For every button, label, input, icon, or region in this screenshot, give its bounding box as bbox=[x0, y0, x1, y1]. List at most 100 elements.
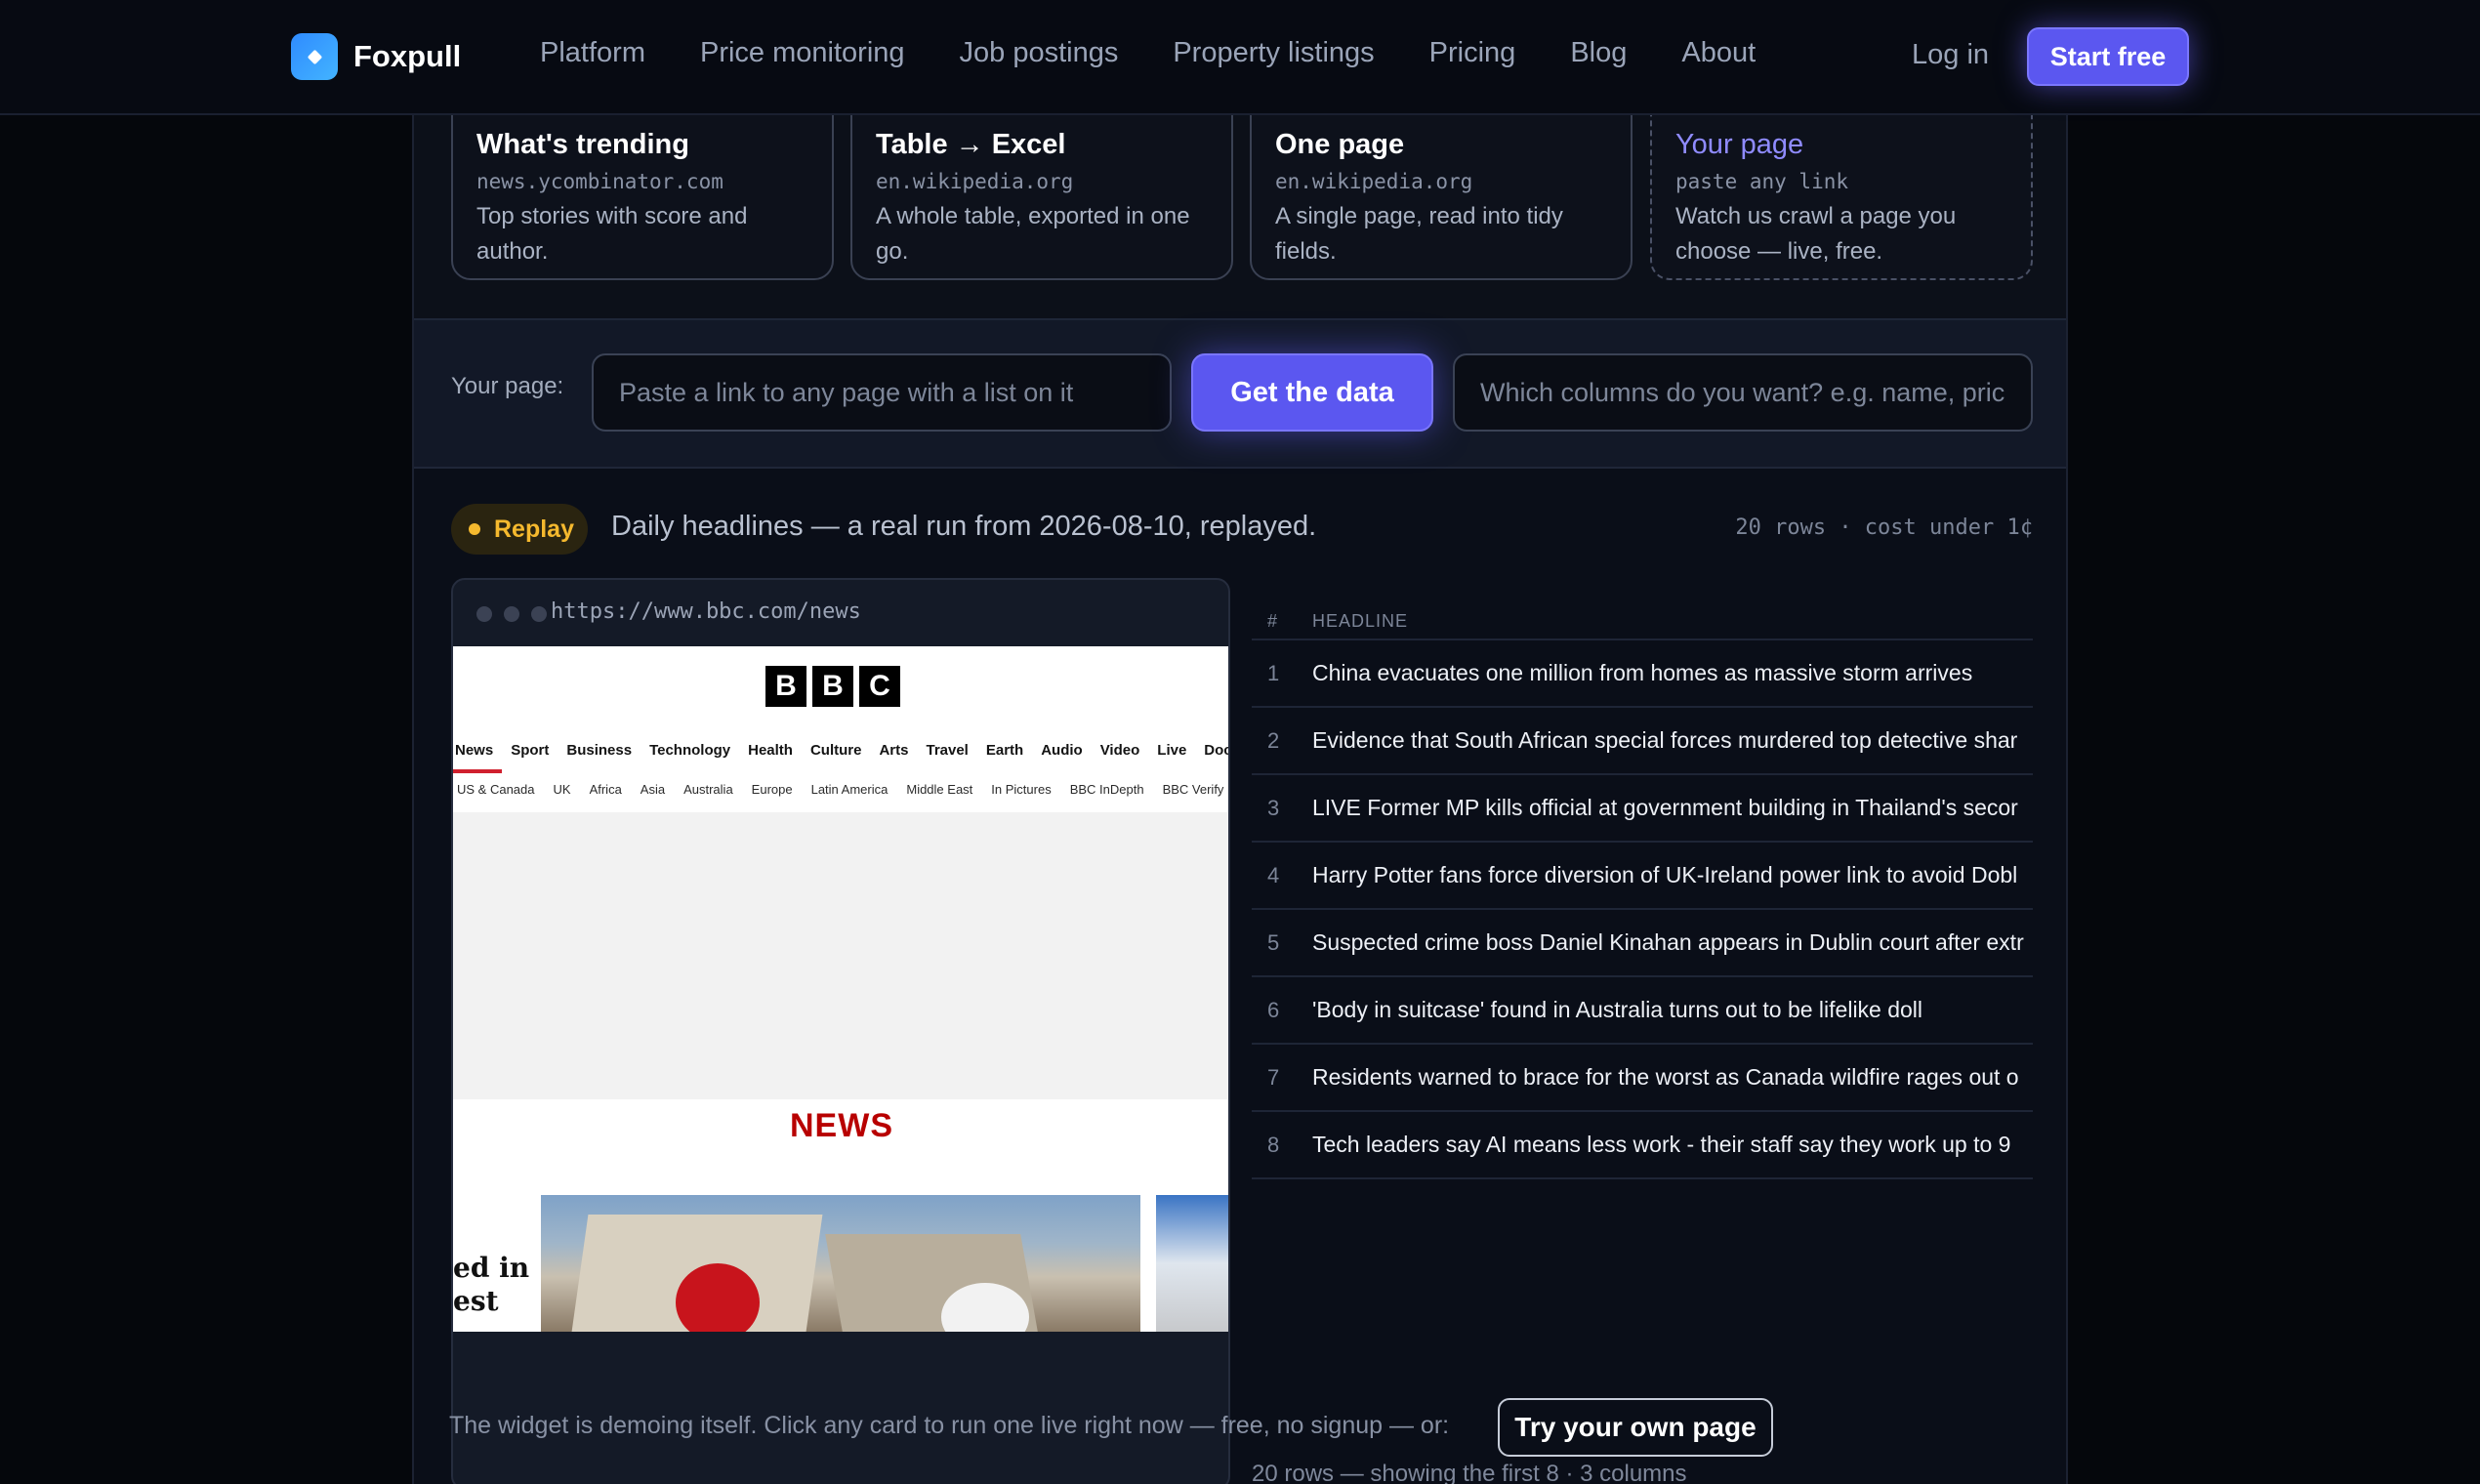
bbc-subnav-item: Africa bbox=[589, 782, 622, 797]
row-index: 1 bbox=[1267, 661, 1280, 685]
bbc-story-snippet: ed in est bbox=[453, 1252, 529, 1318]
url-input[interactable] bbox=[592, 353, 1172, 432]
card-title: One page bbox=[1275, 129, 1405, 160]
bbc-nav: News Sport Business Technology Health Cu… bbox=[455, 742, 1230, 759]
replay-title: Daily headlines — a real run from 2026-0… bbox=[611, 511, 1317, 542]
bbc-nav-item: Arts bbox=[879, 742, 909, 759]
bbc-subnav-item: In Pictures bbox=[991, 782, 1052, 797]
bbc-nav-item: Technology bbox=[649, 742, 731, 759]
bbc-nav-item: Travel bbox=[926, 742, 969, 759]
bbc-logo-letter: B bbox=[765, 666, 806, 707]
row-index: 6 bbox=[1267, 998, 1280, 1022]
bbc-nav-item: Earth bbox=[985, 742, 1024, 759]
window-dot-icon bbox=[531, 606, 547, 622]
card-title: What's trending bbox=[476, 129, 689, 160]
bbc-subnav-item: BBC Verify bbox=[1162, 782, 1224, 797]
bbc-nav-item: Audio bbox=[1041, 742, 1083, 759]
demo-hint-text: The widget is demoing itself. Click any … bbox=[449, 1412, 1450, 1439]
bbc-nav-item: Live bbox=[1157, 742, 1187, 759]
bbc-logo-letter: B bbox=[812, 666, 853, 707]
row-headline: Residents warned to brace for the worst … bbox=[1312, 1064, 2019, 1090]
example-cards: What's trending news.ycombinator.com Top… bbox=[414, 86, 2066, 318]
card-title: Table → Excel bbox=[876, 129, 1066, 160]
bbc-nav-item: Culture bbox=[809, 742, 862, 759]
bbc-lead-photo bbox=[541, 1195, 1140, 1332]
bbc-nav-item: Documentaries bbox=[1204, 742, 1230, 759]
brand-logo[interactable]: Foxpull bbox=[291, 33, 461, 80]
replay-badge: Replay bbox=[451, 504, 588, 555]
start-free-button[interactable]: Start free bbox=[2027, 27, 2189, 86]
bbc-nav-item: Sport bbox=[511, 742, 550, 759]
bbc-subnav-item: Australia bbox=[683, 782, 733, 797]
nav-link-job-postings[interactable]: Job postings bbox=[960, 37, 1119, 69]
row-headline: Harry Potter fans force diversion of UK-… bbox=[1312, 862, 2018, 887]
your-page-label: Your page: bbox=[451, 373, 564, 399]
table-row: 5 Suspected crime boss Daniel Kinahan ap… bbox=[1252, 910, 2033, 977]
replay-label: Replay bbox=[494, 515, 574, 543]
card-domain: en.wikipedia.org bbox=[1275, 170, 1473, 193]
table-row: 6 'Body in suitcase' found in Australia … bbox=[1252, 977, 2033, 1045]
table-row: 2 Evidence that South African special fo… bbox=[1252, 708, 2033, 775]
nav-link-property-listings[interactable]: Property listings bbox=[1173, 37, 1374, 69]
row-index: 3 bbox=[1267, 796, 1280, 820]
login-link[interactable]: Log in bbox=[1912, 39, 1989, 71]
bbc-subnav-item: Latin America bbox=[810, 782, 889, 797]
row-headline: LIVE Former MP kills official at governm… bbox=[1312, 795, 2018, 820]
card-domain: paste any link bbox=[1675, 170, 1849, 193]
bbc-ad-placeholder bbox=[453, 812, 1228, 1099]
browser-url: https://www.bbc.com/news bbox=[551, 599, 861, 624]
results-table: # HEADLINE 1 China evacuates one million… bbox=[1252, 586, 2033, 1179]
replay-meta: 20 rows · cost under 1¢ bbox=[1735, 515, 2033, 540]
bbc-subnav-item: UK bbox=[553, 782, 571, 797]
page-screenshot: B B C News Sport Business Technology Hea… bbox=[453, 646, 1230, 1332]
window-dot-icon bbox=[476, 606, 492, 622]
demo-widget: What's trending news.ycombinator.com Top… bbox=[412, 86, 2068, 1484]
row-index: 8 bbox=[1267, 1133, 1280, 1157]
bbc-subnav: US & Canada UK Africa Asia Australia Eur… bbox=[457, 782, 1228, 797]
get-data-button[interactable]: Get the data bbox=[1191, 353, 1433, 432]
card-description: A whole table, exported in one go. bbox=[876, 203, 1190, 265]
replay-dot-icon bbox=[469, 523, 480, 535]
card-description: Top stories with score and author. bbox=[476, 203, 748, 265]
row-index: 2 bbox=[1267, 728, 1280, 753]
row-index: 4 bbox=[1267, 863, 1280, 887]
bbc-subnav-item: Europe bbox=[751, 782, 793, 797]
nav-link-pricing[interactable]: Pricing bbox=[1429, 37, 1516, 69]
brand-name: Foxpull bbox=[353, 39, 462, 73]
row-headline: 'Body in suitcase' found in Australia tu… bbox=[1312, 997, 1923, 1022]
try-own-page-button[interactable]: Try your own page bbox=[1498, 1398, 1773, 1457]
input-row: Your page: Get the data bbox=[414, 318, 2066, 469]
table-row: 1 China evacuates one million from homes… bbox=[1252, 640, 2033, 708]
bbc-subnav-item: Middle East bbox=[906, 782, 973, 797]
bbc-story-line: est bbox=[453, 1285, 499, 1317]
nav-link-about[interactable]: About bbox=[1681, 37, 1756, 69]
row-headline: Suspected crime boss Daniel Kinahan appe… bbox=[1312, 929, 2024, 955]
top-nav: Foxpull Platform Price monitoring Job po… bbox=[0, 0, 2480, 115]
row-headline: China evacuates one million from homes a… bbox=[1312, 660, 1973, 685]
bbc-logo-letter: C bbox=[859, 666, 900, 707]
window-dots bbox=[476, 606, 558, 622]
nav-link-blog[interactable]: Blog bbox=[1570, 37, 1627, 69]
columns-input[interactable] bbox=[1453, 353, 2033, 432]
nav-link-price-monitoring[interactable]: Price monitoring bbox=[700, 37, 905, 69]
nav-link-platform[interactable]: Platform bbox=[540, 37, 645, 69]
bbc-story-line: ed in bbox=[453, 1252, 530, 1284]
card-title: Your page bbox=[1675, 129, 1804, 160]
card-domain: en.wikipedia.org bbox=[876, 170, 1074, 193]
window-dot-icon bbox=[504, 606, 519, 622]
bbc-nav-active-underline bbox=[453, 769, 502, 773]
bbc-section-title: NEWS bbox=[790, 1107, 893, 1144]
card-description: A single page, read into tidy fields. bbox=[1275, 203, 1563, 265]
table-row: 4 Harry Potter fans force diversion of U… bbox=[1252, 843, 2033, 910]
logo-diamond-icon bbox=[291, 33, 338, 80]
bbc-nav-item: News bbox=[455, 742, 494, 759]
bbc-logo: B B C bbox=[765, 666, 906, 707]
row-index: 5 bbox=[1267, 930, 1280, 955]
column-header-index: # bbox=[1267, 611, 1278, 631]
bbc-nav-item: Business bbox=[566, 742, 633, 759]
row-headline: Evidence that South African special forc… bbox=[1312, 727, 2018, 753]
table-row: 7 Residents warned to brace for the wors… bbox=[1252, 1045, 2033, 1112]
table-row: 3 LIVE Former MP kills official at gover… bbox=[1252, 775, 2033, 843]
bbc-subnav-item: BBC InDepth bbox=[1069, 782, 1144, 797]
table-footer: 20 rows — showing the first 8 · 3 column… bbox=[1252, 1461, 1687, 1484]
